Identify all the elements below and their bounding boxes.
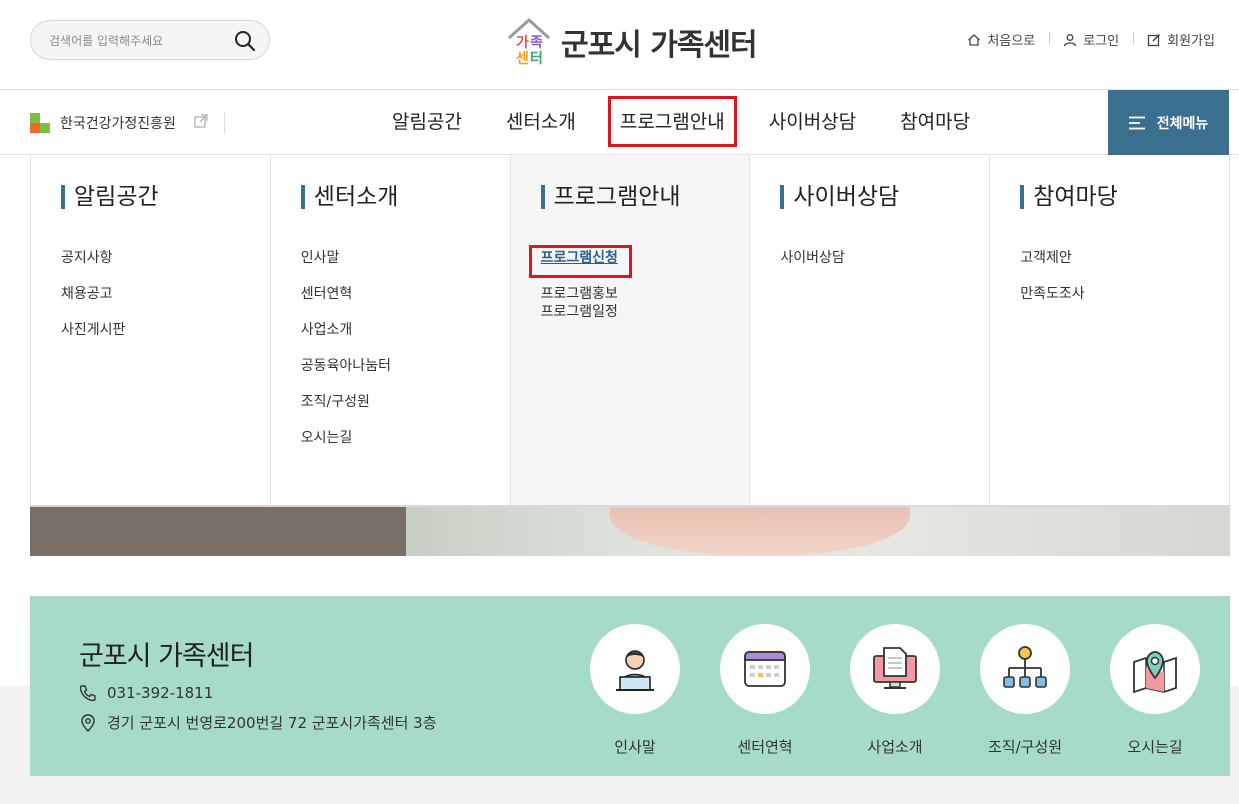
monitor-document-icon — [873, 647, 917, 689]
svg-text:가: 가 — [516, 35, 529, 51]
calendar-icon — [744, 651, 786, 687]
mega-col-participation: 참여마당 고객제안 만족도조사 — [990, 155, 1230, 505]
mega-col-center: 센터소개 인사말 센터연혁 사업소개 공동육아나눔터 조직/구성원 오시는길 — [271, 155, 511, 505]
home-link[interactable]: 처음으로 — [953, 30, 1049, 49]
phone-icon — [79, 685, 96, 702]
edit-icon — [1148, 33, 1161, 46]
address-line: 경기 군포시 번영로200번길 72 군포시가족센터 3층 — [79, 712, 437, 733]
mega-menu: 알림공간 공지사항 채용공고 사진게시판 센터소개 인사말 센터연혁 사업소개 … — [30, 155, 1230, 507]
mega-col-notice: 알림공간 공지사항 채용공고 사진게시판 — [31, 155, 271, 505]
menu-item[interactable]: 프로그램홍보 — [541, 285, 750, 303]
menu-item[interactable]: 사업소개 — [301, 321, 510, 339]
menu-item[interactable]: 사진게시판 — [61, 321, 270, 339]
main-navigation: 한국건강가정진흥원 알림공간 센터소개 프로그램안내 사이버상담 참여마당 전체… — [0, 90, 1239, 155]
quick-link-greeting[interactable]: 인사말 — [570, 624, 700, 757]
quick-link-directions[interactable]: 오시는길 — [1090, 624, 1220, 757]
map-pin-icon — [1133, 651, 1177, 694]
menu-item[interactable]: 고객제안 — [1020, 249, 1229, 267]
search-box — [30, 20, 270, 60]
menu-item[interactable]: 공동육아나눔터 — [301, 357, 510, 375]
quick-link-organization[interactable]: 조직/구성원 — [960, 624, 1090, 757]
menu-item[interactable]: 프로그램일정 — [541, 303, 750, 321]
menu-item[interactable]: 공지사항 — [61, 249, 270, 267]
mega-col-title: 참여마당 — [1020, 185, 1229, 209]
address: 경기 군포시 번영로200번길 72 군포시가족센터 3층 — [107, 714, 437, 732]
hamburger-icon — [1128, 116, 1145, 129]
quick-link-business[interactable]: 사업소개 — [830, 624, 960, 757]
mega-col-title: 프로그램안내 — [540, 185, 750, 209]
mega-col-cyber: 사이버상담 사이버상담 — [750, 155, 991, 505]
location-icon — [81, 713, 95, 732]
phone-line: 031-392-1811 — [79, 684, 213, 702]
gnb-menu: 알림공간 센터소개 프로그램안내 사이버상담 참여마당 — [370, 90, 992, 155]
nav-item-cyber[interactable]: 사이버상담 — [747, 90, 878, 155]
menu-item[interactable]: 오시는길 — [301, 429, 510, 447]
user-icon — [1064, 33, 1077, 46]
nav-item-participation[interactable]: 참여마당 — [878, 90, 992, 155]
menu-item[interactable]: 조직/구성원 — [301, 393, 510, 411]
nav-item-center[interactable]: 센터소개 — [484, 90, 598, 155]
site-logo[interactable]: 가 족 센 터 군포시 가족센터 — [505, 14, 758, 70]
nav-item-program[interactable]: 프로그램안내 — [598, 90, 747, 155]
quick-link-history[interactable]: 센터연혁 — [700, 624, 830, 757]
center-title: 군포시 가족센터 — [79, 641, 254, 672]
login-link[interactable]: 로그인 — [1049, 30, 1133, 49]
menu-item[interactable]: 사이버상담 — [780, 249, 989, 267]
search-input[interactable] — [49, 30, 229, 52]
greeting-person-icon — [616, 650, 654, 691]
utility-links: 처음으로 로그인 회원가입 — [953, 30, 1229, 49]
menu-item[interactable]: 만족도조사 — [1020, 285, 1229, 303]
menu-item[interactable]: 센터연혁 — [301, 285, 510, 303]
mega-col-title: 사이버상담 — [780, 185, 989, 209]
logo-house-icon: 가 족 센 터 — [505, 16, 553, 68]
signup-link[interactable]: 회원가입 — [1133, 30, 1229, 49]
mega-col-title: 센터소개 — [300, 185, 510, 209]
external-link-icon[interactable] — [194, 114, 208, 132]
menu-item-program-apply[interactable]: 프로그램신청 — [541, 249, 750, 267]
menu-item[interactable]: 인사말 — [301, 249, 510, 267]
svg-text:족: 족 — [530, 35, 543, 51]
svg-text:센: 센 — [516, 51, 529, 67]
main-banner-image — [30, 507, 1230, 556]
quick-links: 인사말 센터연혁 사업소개 조직/구성원 오시는길 — [570, 624, 1220, 757]
all-menu-button[interactable]: 전체메뉴 — [1108, 90, 1229, 155]
org-link[interactable]: 한국건강가정진흥원 — [30, 112, 225, 134]
org-label: 한국건강가정진흥원 — [60, 116, 176, 132]
search-icon[interactable] — [233, 29, 257, 53]
mega-col-title: 알림공간 — [61, 185, 270, 209]
divider — [223, 112, 225, 134]
phone-number: 031-392-1811 — [107, 684, 214, 702]
center-info-panel: 군포시 가족센터 031-392-1811 경기 군포시 번영로200번길 72… — [30, 596, 1230, 776]
mega-col-program: 프로그램안내 프로그램신청 프로그램홍보 프로그램일정 — [510, 155, 751, 505]
svg-text:터: 터 — [530, 51, 543, 67]
site-title: 군포시 가족센터 — [561, 28, 758, 63]
home-icon — [968, 33, 981, 46]
org-logo-icon — [30, 113, 50, 133]
org-chart-icon — [1003, 646, 1047, 688]
menu-item[interactable]: 채용공고 — [61, 285, 270, 303]
nav-item-notice[interactable]: 알림공간 — [370, 90, 484, 155]
top-header: 가 족 센 터 군포시 가족센터 처음으로 로그인 회원가입 — [0, 0, 1239, 90]
